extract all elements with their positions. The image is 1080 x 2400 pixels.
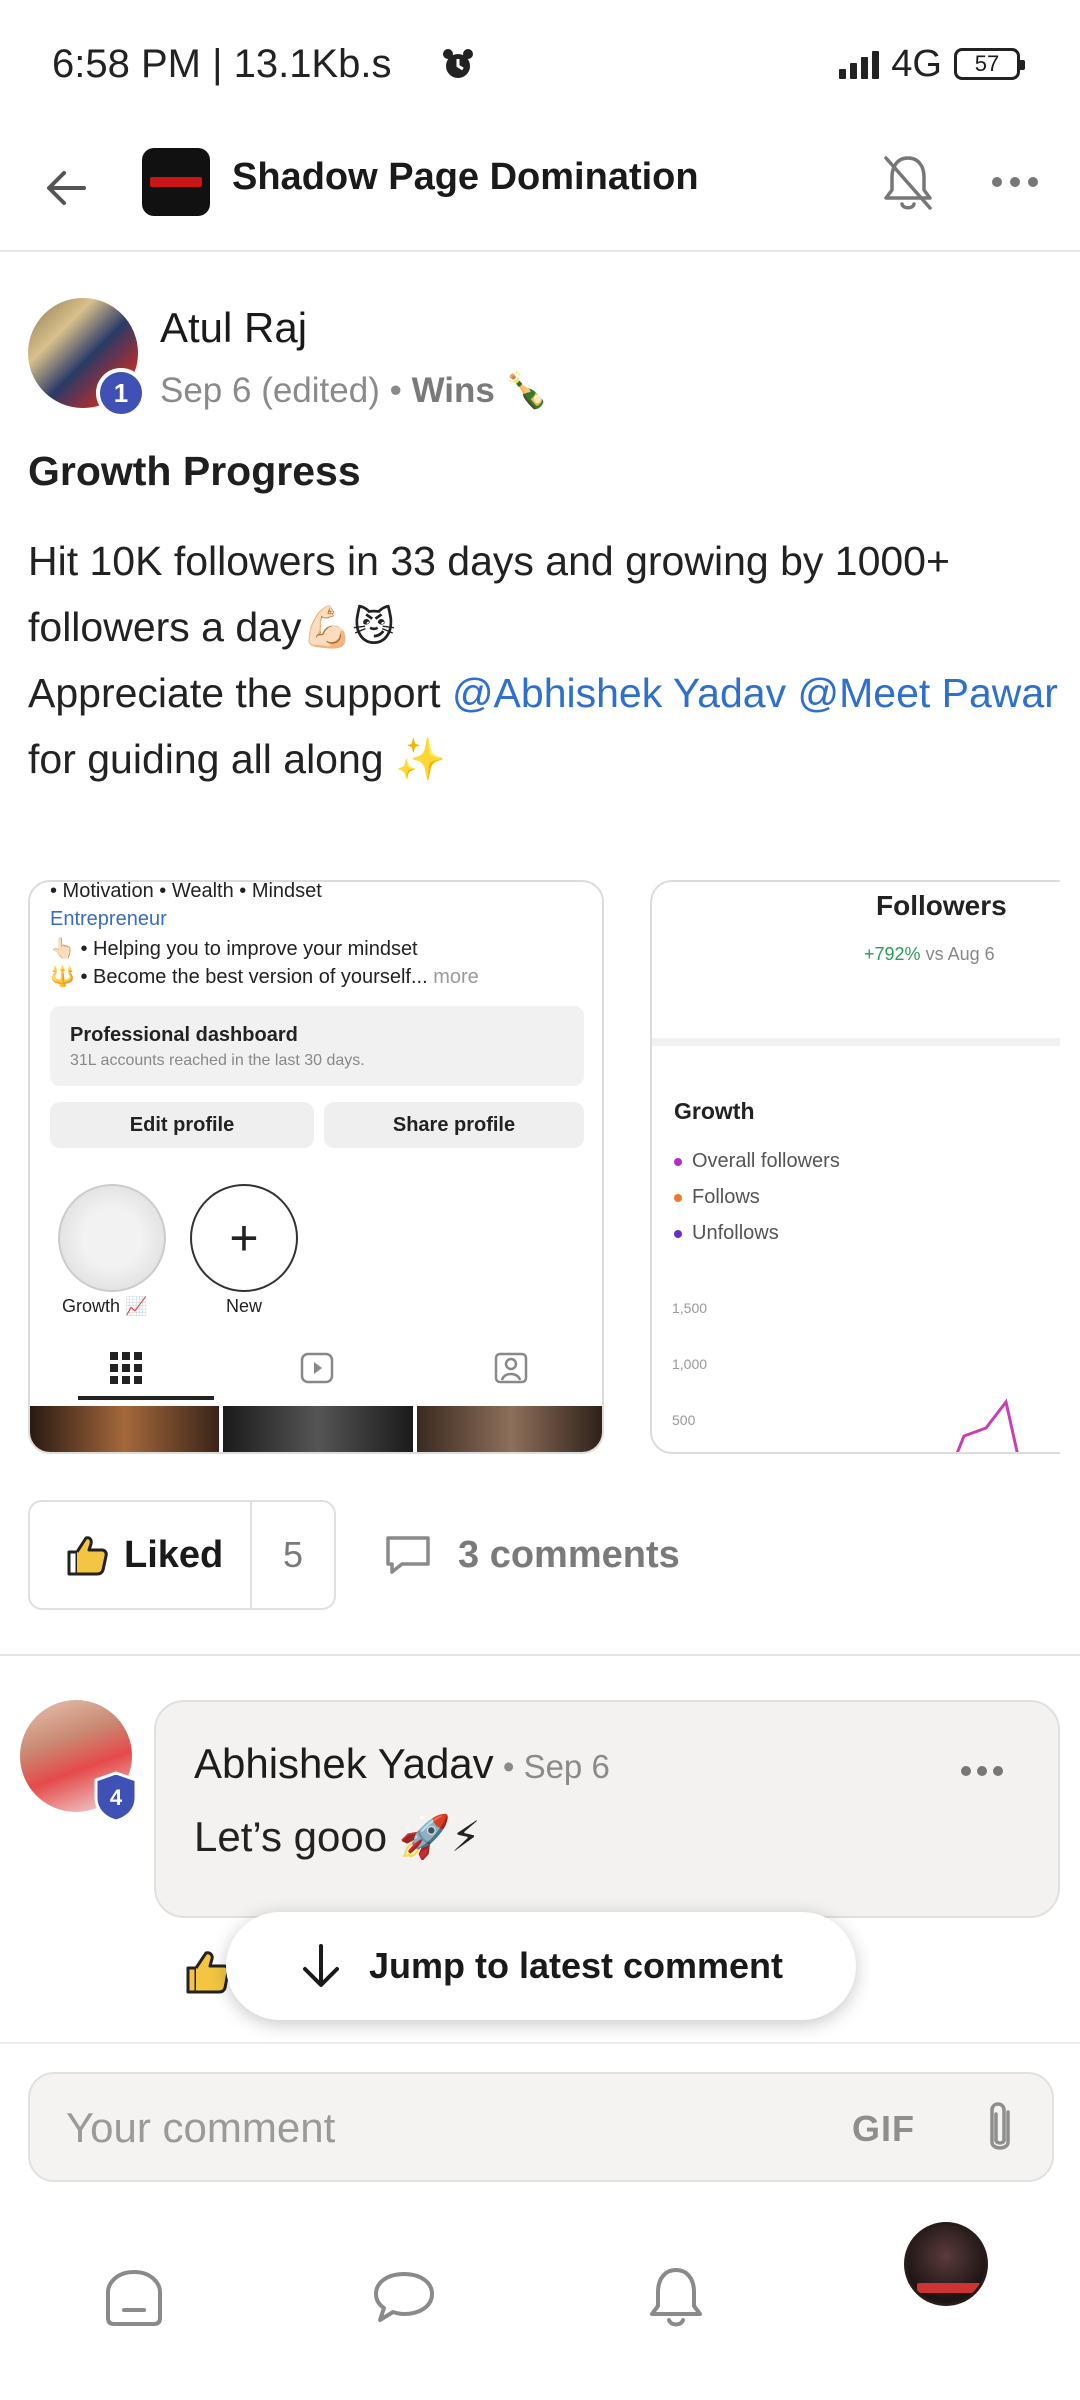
profile-avatar[interactable] [904,2222,988,2306]
author-level-badge: 1 [96,368,146,418]
comment-input[interactable] [66,2098,846,2158]
divider [0,1654,1080,1656]
grid-icon [110,1352,142,1384]
gif-button[interactable]: GIF [852,2108,915,2150]
network-type: 4G [891,42,942,85]
post-date: Sep 6 (edited) [160,371,380,410]
svg-text:4: 4 [110,1785,123,1810]
home-icon[interactable] [98,2262,170,2334]
highlight-new: + [190,1184,298,1292]
status-time: 6:58 PM | 13.1Kb.s [52,42,392,86]
post-body: Hit 10K followers in 33 days and growing… [28,528,1058,792]
comment-bubble-icon [386,1536,430,1574]
followers-chart-line [955,1398,1019,1452]
bottom-navigation [0,2212,1080,2400]
like-label: Liked [124,1533,224,1576]
highlight-growth [58,1184,166,1292]
professional-dashboard: Professional dashboard 31L accounts reac… [50,1006,584,1086]
post-image-profile[interactable]: • Motivation • Wealth • Mindset Entrepre… [28,880,604,1454]
app-header: Shadow Page Domination [0,130,1080,252]
comment-bubble: Abhishek Yadav • Sep 6 Let’s gooo 🚀⚡ [154,1700,1060,1918]
share-profile-label: Share profile [324,1102,584,1148]
profile-tabs [110,1352,528,1384]
back-arrow-icon[interactable] [36,158,96,218]
comment-more-icon[interactable] [960,1764,1004,1778]
mention-link[interactable]: @Abhishek Yadav [452,670,786,716]
commenter-level-badge: 4 [94,1771,138,1823]
post-body-line: Appreciate the support @Abhishek Yadav @… [28,670,1058,782]
group-title[interactable]: Shadow Page Domination [232,156,699,199]
more-options-icon[interactable] [990,170,1040,194]
jump-label: Jump to latest comment [368,1945,784,1986]
like-control: Liked 5 [28,1500,336,1610]
chat-icon[interactable] [368,2262,440,2334]
jump-to-latest-button[interactable]: Jump to latest comment [226,1912,856,2020]
alarm-icon [443,49,473,78]
post-meta: Sep 6 (edited) • Wins 🍾 [160,371,549,410]
post-image-insights[interactable]: Followers +792% vs Aug 6 Growth Overall … [650,880,1060,1454]
post-title: Growth Progress [28,448,361,494]
battery-level: 57 [974,51,1000,76]
comments-button[interactable]: 3 comments [382,1520,680,1590]
commenter-name[interactable]: Abhishek Yadav [194,1740,494,1787]
comments-count-label: 3 comments [458,1533,680,1576]
author-name[interactable]: Atul Raj [160,304,307,352]
edit-profile-label: Edit profile [50,1102,314,1148]
status-bar: 6:58 PM | 13.1Kb.s 4G 57 [0,0,1080,130]
group-avatar[interactable] [142,148,210,216]
tagged-icon [494,1352,528,1384]
comment-composer: GIF [0,2042,1080,2212]
like-count[interactable]: 5 [252,1502,334,1608]
reels-icon [300,1352,334,1384]
bell-off-icon[interactable] [878,150,938,216]
notifications-bell-icon[interactable] [640,2262,712,2334]
like-button[interactable]: Liked [30,1502,252,1608]
profile-grid [30,1406,602,1452]
mention-link[interactable]: @Meet Pawar [798,670,1058,716]
comment-date: Sep 6 [523,1748,610,1785]
paperclip-icon[interactable] [974,2096,1026,2162]
battery-icon: 57 [954,48,1025,80]
post-body-line: Hit 10K followers in 33 days and growing… [28,538,950,650]
signal-icon [839,49,880,79]
thumbs-up-icon [67,1536,108,1576]
post-category[interactable]: Wins 🍾 [412,371,549,410]
comment-text: Let’s gooo 🚀⚡ [194,1813,481,1860]
arrow-down-icon [302,1944,339,1987]
